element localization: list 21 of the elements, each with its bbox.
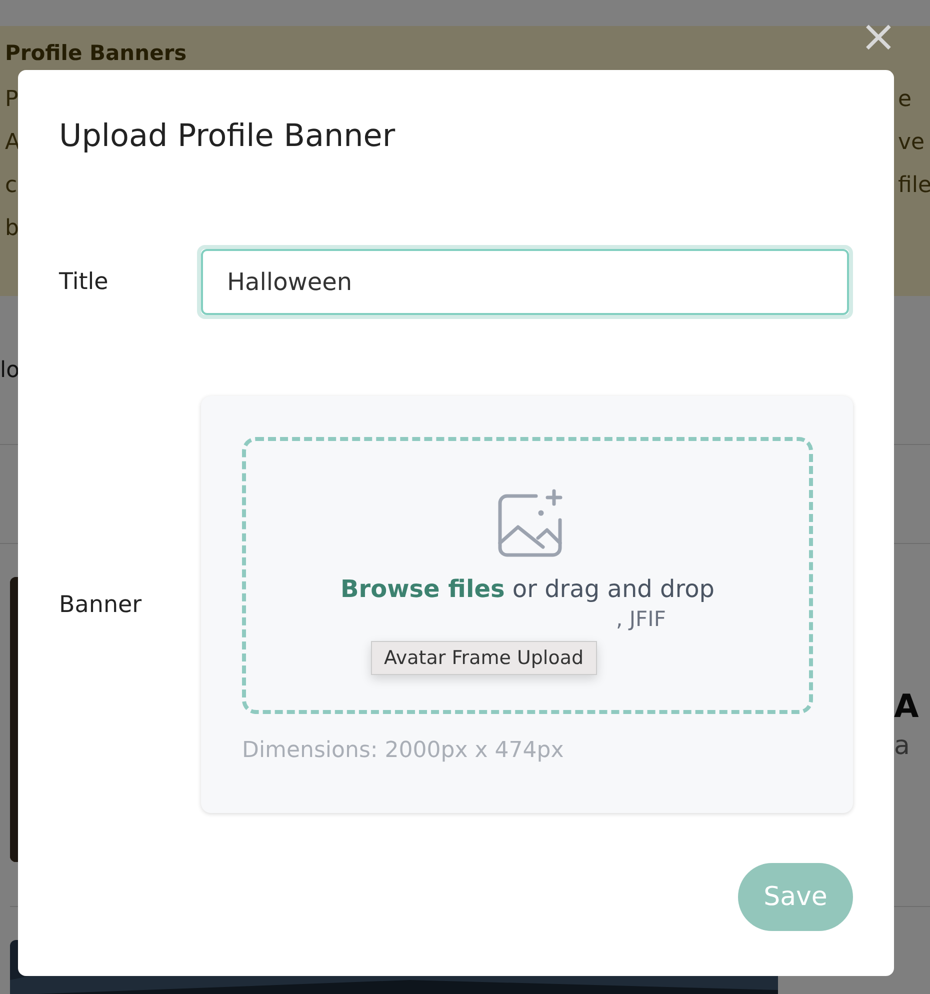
banner-text: file — [898, 172, 930, 200]
banner-text: ve — [898, 129, 925, 157]
drop-instructions: Browse files or drag and drop — [340, 575, 715, 603]
banner-text: e — [898, 86, 912, 114]
tooltip: Avatar Frame Upload — [371, 641, 597, 675]
card-title: A — [894, 687, 919, 725]
banner-text: b — [5, 215, 20, 243]
row-text: lo — [0, 358, 20, 382]
drop-zone[interactable]: Browse files or drag and drop , JFIF Avatar Frame Upload — [242, 437, 813, 714]
title-input[interactable]: Halloween — [201, 249, 849, 315]
dialog-title: Upload Profile Banner — [59, 117, 396, 156]
close-icon[interactable]: × — [860, 12, 897, 62]
card-text: a — [894, 731, 911, 761]
section-heading: Profile Banners — [5, 40, 188, 66]
field-label: Title — [59, 269, 110, 295]
browse-files-link[interactable]: Browse files — [340, 575, 505, 603]
file-formats: , JFIF — [616, 607, 666, 631]
field-label: Banner — [59, 592, 143, 618]
banner-text: c — [5, 172, 18, 200]
banner-text: P — [5, 86, 20, 114]
dimensions-hint: Dimensions: 2000px x 474px — [242, 738, 565, 763]
